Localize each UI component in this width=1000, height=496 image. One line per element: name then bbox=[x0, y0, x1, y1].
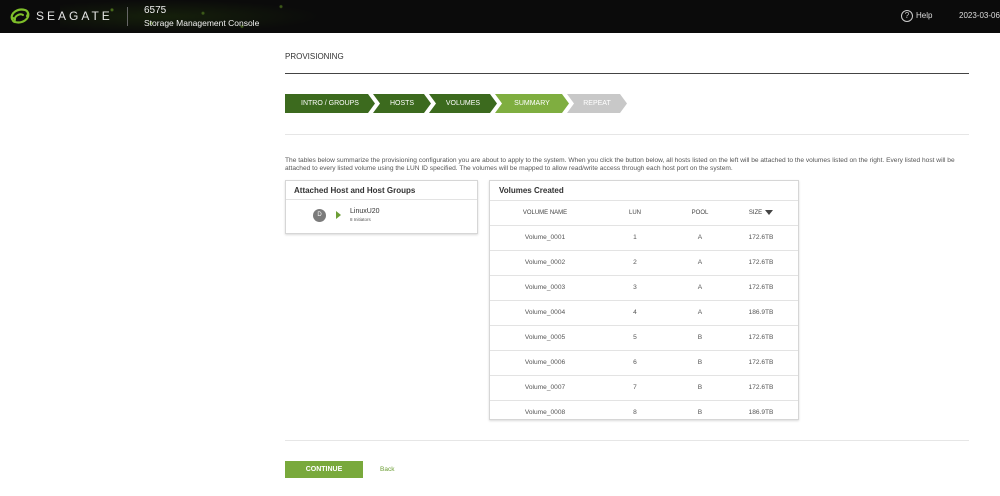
size-cell: 172.6TB bbox=[748, 259, 774, 266]
volume-name-cell: Volume_0006 bbox=[524, 359, 566, 366]
table-row[interactable]: Volume_0005 5 B 172.6TB bbox=[490, 325, 798, 350]
table-row[interactable]: Volume_0001 1 A 172.6TB bbox=[490, 225, 798, 250]
volume-name-cell: Volume_0001 bbox=[524, 234, 566, 241]
page-title: PROVISIONING bbox=[285, 52, 344, 61]
wizard-step-intro-groups[interactable]: INTRO / GROUPS bbox=[285, 94, 375, 113]
size-cell: 172.6TB bbox=[748, 284, 774, 291]
pool-cell: A bbox=[697, 309, 703, 316]
lun-cell: 3 bbox=[633, 284, 637, 291]
volumes-panel-title: Volumes Created bbox=[499, 186, 564, 195]
size-cell: 186.9TB bbox=[748, 409, 774, 416]
column-header-size-label: SIZE bbox=[748, 210, 763, 216]
wizard-step-label: VOLUMES bbox=[445, 100, 481, 107]
lun-cell: 1 bbox=[633, 234, 637, 241]
brand-name: SEAGATE bbox=[36, 9, 113, 23]
wizard-step-label: REPEAT bbox=[583, 100, 611, 107]
wizard-step-hosts[interactable]: HOSTS bbox=[373, 94, 431, 113]
size-cell: 172.6TB bbox=[748, 234, 774, 241]
size-cell: 172.6TB bbox=[748, 334, 774, 341]
system-name: 6575 bbox=[144, 5, 167, 16]
host-name: LinuxU20 bbox=[350, 208, 380, 215]
pool-cell: B bbox=[697, 409, 703, 416]
table-row[interactable]: Volume_0007 7 B 172.6TB bbox=[490, 375, 798, 400]
lun-cell: 5 bbox=[633, 334, 637, 341]
pool-cell: A bbox=[697, 284, 703, 291]
size-cell: 172.6TB bbox=[748, 359, 774, 366]
column-header-pool[interactable]: POOL bbox=[670, 201, 730, 225]
wizard-step-repeat[interactable]: REPEAT bbox=[567, 94, 627, 113]
volume-name-cell: Volume_0007 bbox=[524, 384, 566, 391]
column-header-lun[interactable]: LUN bbox=[600, 201, 670, 225]
volumes-created-panel: Volumes Created VOLUME NAME LUN POOL SIZ… bbox=[489, 180, 799, 420]
size-cell: 186.9TB bbox=[748, 309, 774, 316]
table-row[interactable]: Volume_0008 8 B 186.9TB bbox=[490, 400, 798, 425]
pool-cell: B bbox=[697, 359, 703, 366]
wizard-step-label: INTRO / GROUPS bbox=[301, 100, 359, 107]
hosts-panel-title: Attached Host and Host Groups bbox=[294, 186, 416, 195]
table-row[interactable]: Volume_0003 3 A 172.6TB bbox=[490, 275, 798, 300]
lun-cell: 7 bbox=[633, 384, 637, 391]
wizard-steps: INTRO / GROUPS HOSTS VOLUMES SUMMARY REP… bbox=[285, 94, 645, 113]
section-divider bbox=[285, 134, 969, 135]
header-date: 2023-03-06 bbox=[959, 11, 1000, 20]
hosts-panel-divider bbox=[286, 199, 477, 200]
volume-name-cell: Volume_0003 bbox=[524, 284, 566, 291]
volume-name-cell: Volume_0008 bbox=[524, 409, 566, 416]
attached-hosts-panel: Attached Host and Host Groups D LinuxU20… bbox=[285, 180, 478, 234]
size-cell: 172.6TB bbox=[748, 384, 774, 391]
lun-cell: 6 bbox=[633, 359, 637, 366]
wizard-step-summary[interactable]: SUMMARY bbox=[495, 94, 569, 113]
pool-cell: A bbox=[697, 259, 703, 266]
bottom-divider bbox=[285, 440, 969, 441]
lun-cell: 2 bbox=[633, 259, 637, 266]
volume-name-cell: Volume_0005 bbox=[524, 334, 566, 341]
seagate-logo-icon bbox=[10, 8, 30, 24]
wizard-step-label: HOSTS bbox=[389, 100, 415, 107]
sort-descending-icon[interactable] bbox=[765, 209, 774, 215]
expand-arrow-icon[interactable] bbox=[336, 211, 341, 219]
wizard-step-label: SUMMARY bbox=[514, 100, 550, 107]
volume-name-cell: Volume_0004 bbox=[524, 309, 566, 316]
pool-cell: A bbox=[697, 234, 703, 241]
continue-button[interactable]: CONTINUE bbox=[285, 461, 363, 478]
header-divider bbox=[127, 7, 128, 26]
help-link[interactable]: Help bbox=[916, 11, 932, 20]
top-header-bar: SEAGATE 6575 Storage Management Console … bbox=[0, 0, 1000, 33]
back-link[interactable]: Back bbox=[380, 466, 394, 473]
column-header-size[interactable]: SIZE bbox=[730, 201, 792, 225]
pool-cell: B bbox=[697, 384, 703, 391]
volume-name-cell: Volume_0002 bbox=[524, 259, 566, 266]
column-header-volume-name[interactable]: VOLUME NAME bbox=[490, 201, 600, 225]
table-header: VOLUME NAME LUN POOL SIZE bbox=[490, 200, 798, 225]
host-initiators: 8 Initiators bbox=[350, 217, 371, 222]
pool-cell: B bbox=[697, 334, 703, 341]
lun-cell: 4 bbox=[633, 309, 637, 316]
table-row[interactable]: Volume_0006 6 B 172.6TB bbox=[490, 350, 798, 375]
help-icon[interactable]: ? bbox=[901, 10, 913, 22]
wizard-step-volumes[interactable]: VOLUMES bbox=[429, 94, 497, 113]
table-row[interactable]: Volume_0002 2 A 172.6TB bbox=[490, 250, 798, 275]
lun-cell: 8 bbox=[633, 409, 637, 416]
summary-description: The tables below summarize the provision… bbox=[285, 157, 955, 172]
table-row[interactable]: Volume_0004 4 A 186.9TB bbox=[490, 300, 798, 325]
title-divider bbox=[285, 73, 969, 74]
host-avatar-icon: D bbox=[313, 209, 326, 222]
console-name: Storage Management Console bbox=[144, 18, 260, 28]
